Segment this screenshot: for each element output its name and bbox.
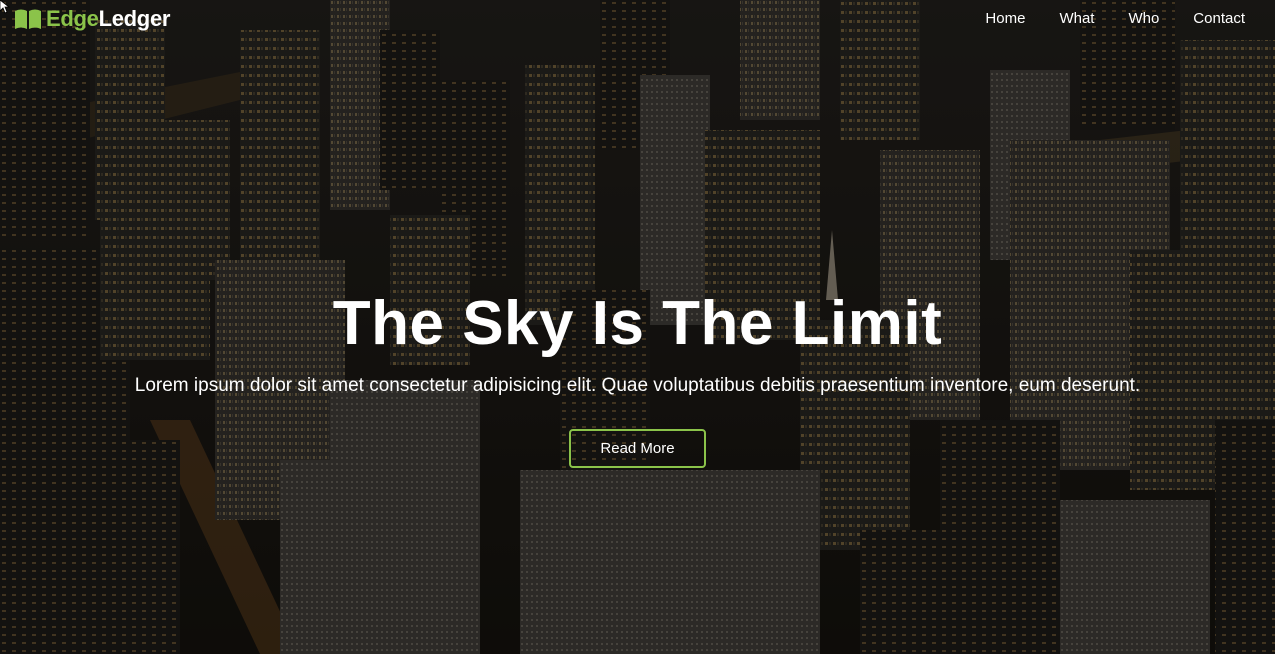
hero-title: The Sky Is The Limit xyxy=(332,289,943,358)
main-nav: Home What Who Contact xyxy=(951,10,1245,28)
nav-link-what[interactable]: What xyxy=(1059,10,1094,28)
nav-link-contact[interactable]: Contact xyxy=(1193,10,1245,28)
nav-link-who[interactable]: Who xyxy=(1128,10,1159,28)
brand-name-ledger: Ledger xyxy=(98,6,171,31)
nav-link-home[interactable]: Home xyxy=(985,10,1025,28)
hero-subtitle: Lorem ipsum dolor sit amet consectetur a… xyxy=(134,375,1141,396)
top-navbar: Edge Ledger Home What Who Contact xyxy=(0,0,1275,40)
hero-content: The Sky Is The Limit Lorem ipsum dolor s… xyxy=(0,288,1275,468)
brand-logo[interactable]: Edge Ledger xyxy=(14,6,170,32)
book-icon xyxy=(15,9,41,29)
brand-name-edge: Edge xyxy=(46,6,99,31)
read-more-button[interactable]: Read More xyxy=(569,429,706,468)
hero-section: Edge Ledger Home What Who Contact The Sky… xyxy=(0,0,1275,654)
